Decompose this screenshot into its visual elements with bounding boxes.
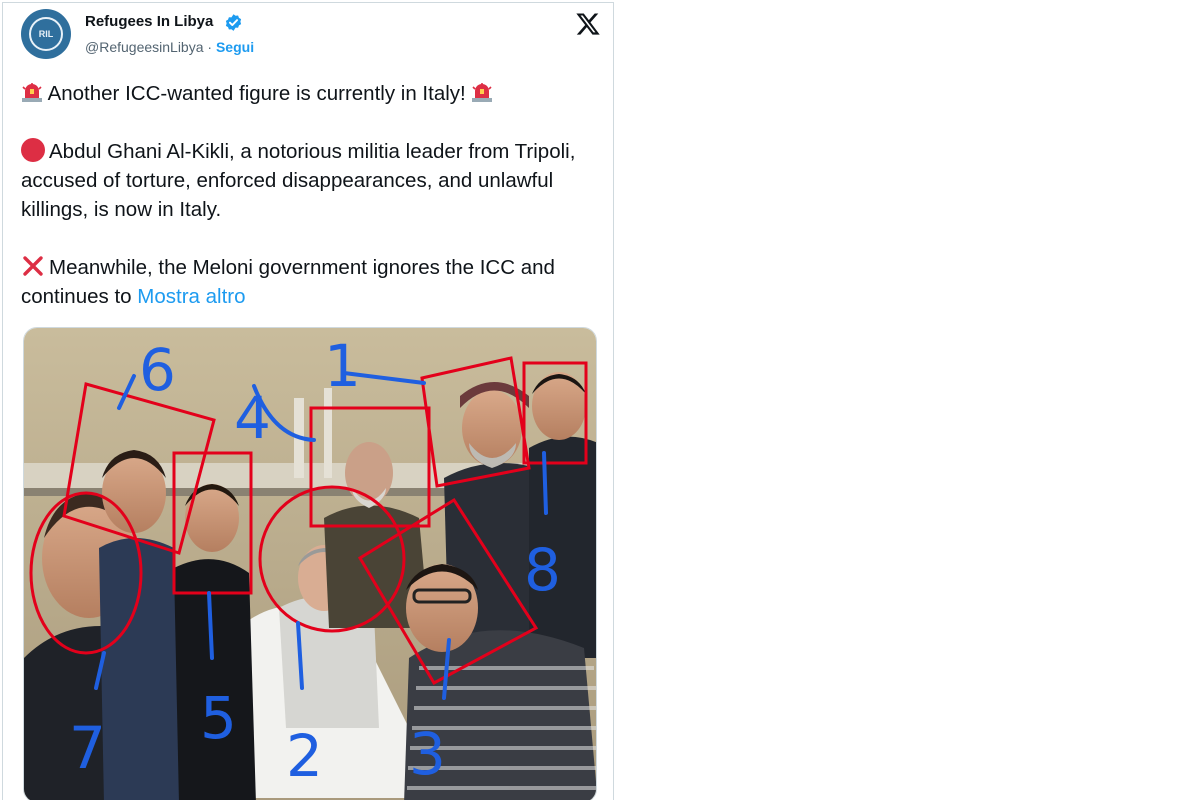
tweet-line-1-text: Another ICC-wanted figure is currently i…	[47, 82, 466, 105]
tweet-paragraph-3-text: Meanwhile, the Meloni government ignores…	[21, 256, 555, 308]
show-more-link[interactable]: Mostra altro	[137, 285, 245, 308]
cross-mark-emoji-icon	[23, 256, 43, 276]
tweet-paragraph-2: Abdul Ghani Al-Kikli, a notorious militi…	[21, 137, 606, 224]
handle-row: @RefugeesinLibya · Segui	[85, 39, 254, 55]
tweet-text: Another ICC-wanted figure is currently i…	[21, 79, 606, 311]
handle-separator: ·	[203, 39, 216, 55]
tweet-photo[interactable]: 1 2 3 4 5 6 7 8	[23, 327, 597, 800]
annotation-number-6: 6	[139, 336, 176, 404]
blue-stroke	[542, 451, 548, 515]
annotation-number-8: 8	[524, 536, 561, 604]
annotation-number-5: 5	[200, 684, 237, 752]
annotation-number-1: 1	[324, 332, 361, 400]
tweet-header: RIL Refugees In Libya @RefugeesinLibya ·…	[21, 9, 601, 65]
annotation-number-3: 3	[409, 720, 446, 788]
account-handle[interactable]: @RefugeesinLibya	[85, 39, 204, 55]
display-name[interactable]: Refugees In Libya	[85, 13, 213, 30]
annotation-number-4: 4	[234, 384, 271, 452]
tweet-card: RIL Refugees In Libya @RefugeesinLibya ·…	[2, 2, 614, 800]
verified-badge-icon	[225, 14, 242, 31]
medical-equipment	[324, 388, 332, 478]
tweet-line-1: Another ICC-wanted figure is currently i…	[21, 79, 606, 108]
tweet-paragraph-3: Meanwhile, the Meloni government ignores…	[21, 253, 606, 311]
red-circle-emoji-icon	[21, 138, 45, 162]
avatar[interactable]: RIL	[21, 9, 71, 59]
follow-button[interactable]: Segui	[216, 39, 254, 55]
annotation-number-7: 7	[69, 714, 106, 782]
x-logo-icon[interactable]	[575, 11, 601, 37]
police-light-emoji-icon	[472, 83, 493, 102]
police-light-emoji-icon	[22, 83, 42, 102]
avatar-logo: RIL	[29, 17, 63, 51]
tweet-paragraph-2-text: Abdul Ghani Al-Kikli, a notorious militi…	[21, 140, 576, 221]
group-photo-image: 1 2 3 4 5 6 7 8	[24, 328, 596, 800]
annotation-number-2: 2	[286, 722, 323, 790]
